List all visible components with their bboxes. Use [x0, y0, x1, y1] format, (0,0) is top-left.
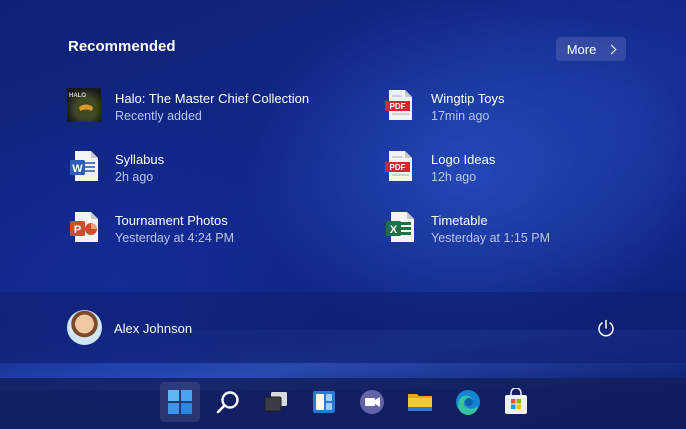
recommended-item-time: 17min ago: [431, 109, 490, 123]
powerpoint-file-icon: P: [67, 210, 101, 244]
svg-text:P: P: [74, 224, 81, 236]
recommended-item-time: Yesterday at 4:24 PM: [115, 231, 235, 245]
edge-icon[interactable]: [448, 382, 488, 422]
teams-chat-icon[interactable]: [352, 382, 392, 422]
pdf-file-icon: PDF: [383, 88, 417, 122]
recommended-item-tournament-photos[interactable]: P Tournament Photos Yesterday at 4:24 PM: [67, 210, 234, 250]
recommended-item-wingtip-toys[interactable]: PDF Wingtip Toys 17min ago: [383, 88, 504, 128]
power-icon[interactable]: [596, 318, 616, 338]
user-avatar[interactable]: [67, 310, 102, 345]
svg-text:X: X: [390, 224, 398, 236]
halo-game-icon: HALO: [67, 88, 101, 122]
recommended-item-name: Wingtip Toys: [431, 91, 505, 106]
recommended-item-name: Syllabus: [115, 152, 165, 167]
recommended-item-halo[interactable]: HALO Halo: The Master Chief Collection R…: [67, 88, 309, 128]
svg-text:W: W: [72, 163, 83, 175]
recommended-item-time: Yesterday at 1:15 PM: [431, 231, 551, 245]
start-menu-footer: [0, 292, 686, 363]
excel-file-icon: X: [383, 210, 417, 244]
svg-text:PDF: PDF: [390, 102, 406, 111]
recommended-item-name: Halo: The Master Chief Collection: [115, 91, 310, 106]
recommended-item-logo-ideas[interactable]: PDF Logo Ideas 12h ago: [383, 149, 495, 189]
recommended-item-name: Logo Ideas: [431, 152, 496, 167]
recommended-item-name: Tournament Photos: [115, 213, 228, 228]
svg-text:HALO: HALO: [69, 93, 86, 99]
recommended-heading: Recommended: [68, 38, 176, 55]
more-button[interactable]: More: [556, 37, 626, 61]
start-icon[interactable]: [160, 382, 200, 422]
recommended-item-time: 2h ago: [115, 170, 154, 184]
word-file-icon: W: [67, 149, 101, 183]
user-name[interactable]: Alex Johnson: [114, 321, 192, 336]
svg-text:PDF: PDF: [390, 163, 406, 172]
recommended-item-name: Timetable: [431, 213, 488, 228]
chevron-right-icon: [606, 44, 617, 54]
recommended-item-time: 12h ago: [431, 170, 477, 184]
task-view-icon[interactable]: [256, 382, 296, 422]
widgets-icon[interactable]: [304, 382, 344, 422]
file-explorer-icon[interactable]: [400, 382, 440, 422]
recommended-item-timetable[interactable]: X Timetable Yesterday at 1:15 PM: [383, 210, 550, 250]
pdf-file-icon: PDF: [383, 149, 417, 183]
recommended-item-syllabus[interactable]: W Syllabus 2h ago: [67, 149, 164, 189]
store-icon[interactable]: [496, 382, 536, 422]
more-button-label: More: [566, 41, 597, 57]
recommended-item-time: Recently added: [115, 109, 202, 123]
search-icon[interactable]: [208, 382, 248, 422]
